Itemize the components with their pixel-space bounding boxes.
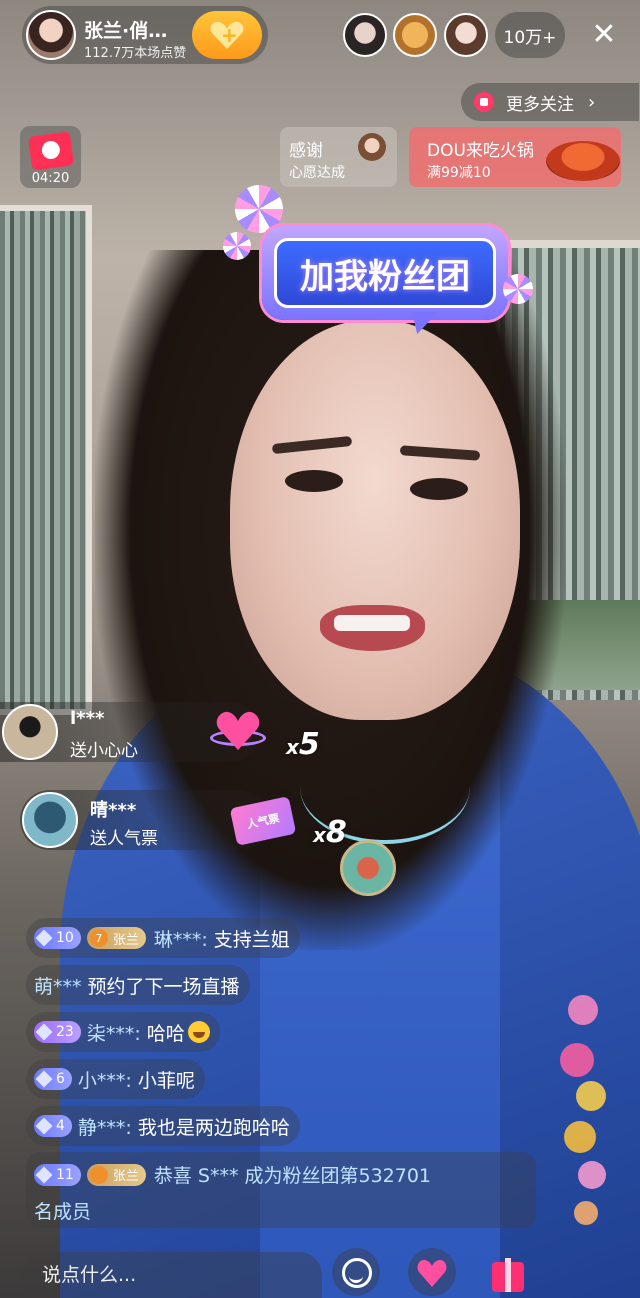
chat-message[interactable]: 4 静***: 我也是两边跑哈哈	[26, 1106, 300, 1146]
shopping-bag-icon	[27, 131, 75, 171]
gift-sender-avatar[interactable]	[2, 704, 58, 760]
disco-ball-icon	[235, 185, 283, 233]
fan-club-join-message[interactable]: 11 张兰 恭喜 S*** 成为粉丝团第532701 名成员	[26, 1152, 536, 1228]
chat-message[interactable]: 10 7 张兰 琳***: 支持兰姐	[26, 918, 300, 958]
gift-sender-avatar[interactable]	[22, 792, 78, 848]
like-bubble-icon	[560, 1043, 594, 1077]
user-level-badge: 4	[34, 1115, 72, 1137]
chat-username[interactable]: 琳***:	[154, 925, 208, 952]
hotpot-image	[546, 141, 620, 181]
comment-input[interactable]: 说点什么...	[22, 1252, 322, 1298]
dou-promo-subtitle: 满99减10	[427, 165, 491, 181]
left-brow	[271, 435, 353, 455]
chat-username[interactable]: 静***:	[78, 1113, 132, 1140]
like-bubble-icon	[564, 1121, 596, 1153]
diamond-icon	[35, 1166, 53, 1183]
chat-username[interactable]: 萌***	[34, 972, 82, 999]
necklace-pendant	[340, 840, 396, 896]
laughing-emoji-icon	[187, 1021, 210, 1043]
more-follow-label: 更多关注	[506, 94, 574, 115]
floating-likes-animation	[556, 995, 618, 1235]
more-follow-button[interactable]: 更多关注 ›	[461, 83, 639, 121]
heart-gift-icon	[210, 708, 266, 756]
chat-username[interactable]: 小***:	[78, 1066, 132, 1093]
congrats-text-continued: 名成员	[34, 1201, 92, 1223]
gift-description: 送小心心	[70, 741, 138, 761]
left-window	[0, 205, 92, 715]
gift-description: 送人气票	[90, 829, 158, 849]
disco-ball-icon	[503, 274, 533, 304]
left-eye	[285, 470, 343, 492]
gift-sender-name: l***	[70, 708, 105, 729]
chat-text: 预约了下一场直播	[87, 975, 240, 998]
diamond-icon	[35, 929, 53, 947]
gift-combo-count: x8	[313, 815, 347, 850]
chevron-right-icon: ›	[588, 91, 596, 113]
dou-promo-title: DOU来吃火锅	[427, 141, 534, 161]
gift-sender-name: 晴***	[90, 800, 137, 821]
chat-text: 哈哈	[146, 1022, 185, 1045]
right-eye	[410, 478, 468, 500]
wish-complete-card[interactable]: 感谢 心愿达成	[280, 127, 397, 187]
user-level-badge: 10	[34, 927, 81, 949]
congrats-text: 恭喜 S*** 成为粉丝团第532701	[153, 1165, 432, 1187]
thanks-title: 感谢	[289, 141, 323, 161]
like-bubble-icon	[568, 995, 598, 1025]
emoji-icon[interactable]	[332, 1248, 380, 1296]
countdown-timer: 04:20	[31, 171, 70, 186]
disco-ball-icon	[223, 232, 251, 260]
like-heart-icon[interactable]	[408, 1248, 456, 1296]
thanks-avatar	[358, 133, 386, 161]
user-level-badge: 23	[34, 1021, 81, 1043]
host-info-pill[interactable]: 张兰·俏… 112.7万本场点赞 +	[22, 6, 268, 64]
like-bubble-icon	[578, 1161, 606, 1189]
streamer-face	[230, 320, 520, 720]
close-icon[interactable]: ✕	[584, 14, 624, 56]
chat-text: 我也是两边跑哈哈	[137, 1116, 290, 1139]
live-indicator-icon	[474, 92, 494, 112]
chat-message[interactable]: 6 小***: 小菲呢	[26, 1059, 205, 1099]
like-bubble-icon	[574, 1201, 598, 1225]
host-likes-count: 112.7万本场点赞	[84, 46, 187, 61]
chat-message[interactable]: 萌*** 预约了下一场直播	[26, 965, 250, 1005]
diamond-icon	[35, 1023, 53, 1041]
top-viewer-avatar[interactable]	[343, 13, 387, 57]
host-avatar[interactable]	[26, 10, 76, 60]
top-viewer-avatar[interactable]	[393, 13, 437, 57]
diamond-icon	[35, 1070, 53, 1088]
dou-hotpot-promo[interactable]: DOU来吃火锅 满99减10	[409, 127, 621, 187]
mouth	[320, 605, 425, 651]
user-level-badge: 6	[34, 1068, 72, 1090]
top-viewer-avatar[interactable]	[444, 13, 488, 57]
fan-club-sticker-text: 加我粉丝团	[274, 238, 496, 308]
gift-box-icon[interactable]	[484, 1248, 532, 1296]
fan-club-badge: 7 张兰	[86, 927, 146, 949]
chat-username[interactable]: 柒***:	[87, 1019, 141, 1046]
fan-heart-icon: +	[210, 21, 244, 49]
chat-text: 小菲呢	[137, 1069, 195, 1092]
gift-combo-count: x5	[286, 727, 320, 762]
join-fan-club-sticker[interactable]: 加我粉丝团	[262, 226, 508, 320]
live-video-background	[0, 0, 640, 1298]
right-brow	[399, 445, 481, 461]
join-fan-club-button[interactable]: +	[192, 11, 262, 59]
chat-message[interactable]: 23 柒***: 哈哈	[26, 1012, 220, 1052]
shopping-bag-timer[interactable]: 04:20	[20, 126, 81, 188]
diamond-icon	[35, 1117, 53, 1135]
fan-club-badge: 张兰	[86, 1163, 146, 1186]
chat-text: 支持兰姐	[213, 928, 290, 951]
thanks-subtitle: 心愿达成	[289, 165, 345, 181]
viewer-count-button[interactable]: 10万+	[495, 12, 565, 58]
like-bubble-icon	[576, 1081, 606, 1111]
host-name: 张兰·俏…	[84, 20, 168, 42]
user-level-badge: 11	[34, 1163, 81, 1186]
